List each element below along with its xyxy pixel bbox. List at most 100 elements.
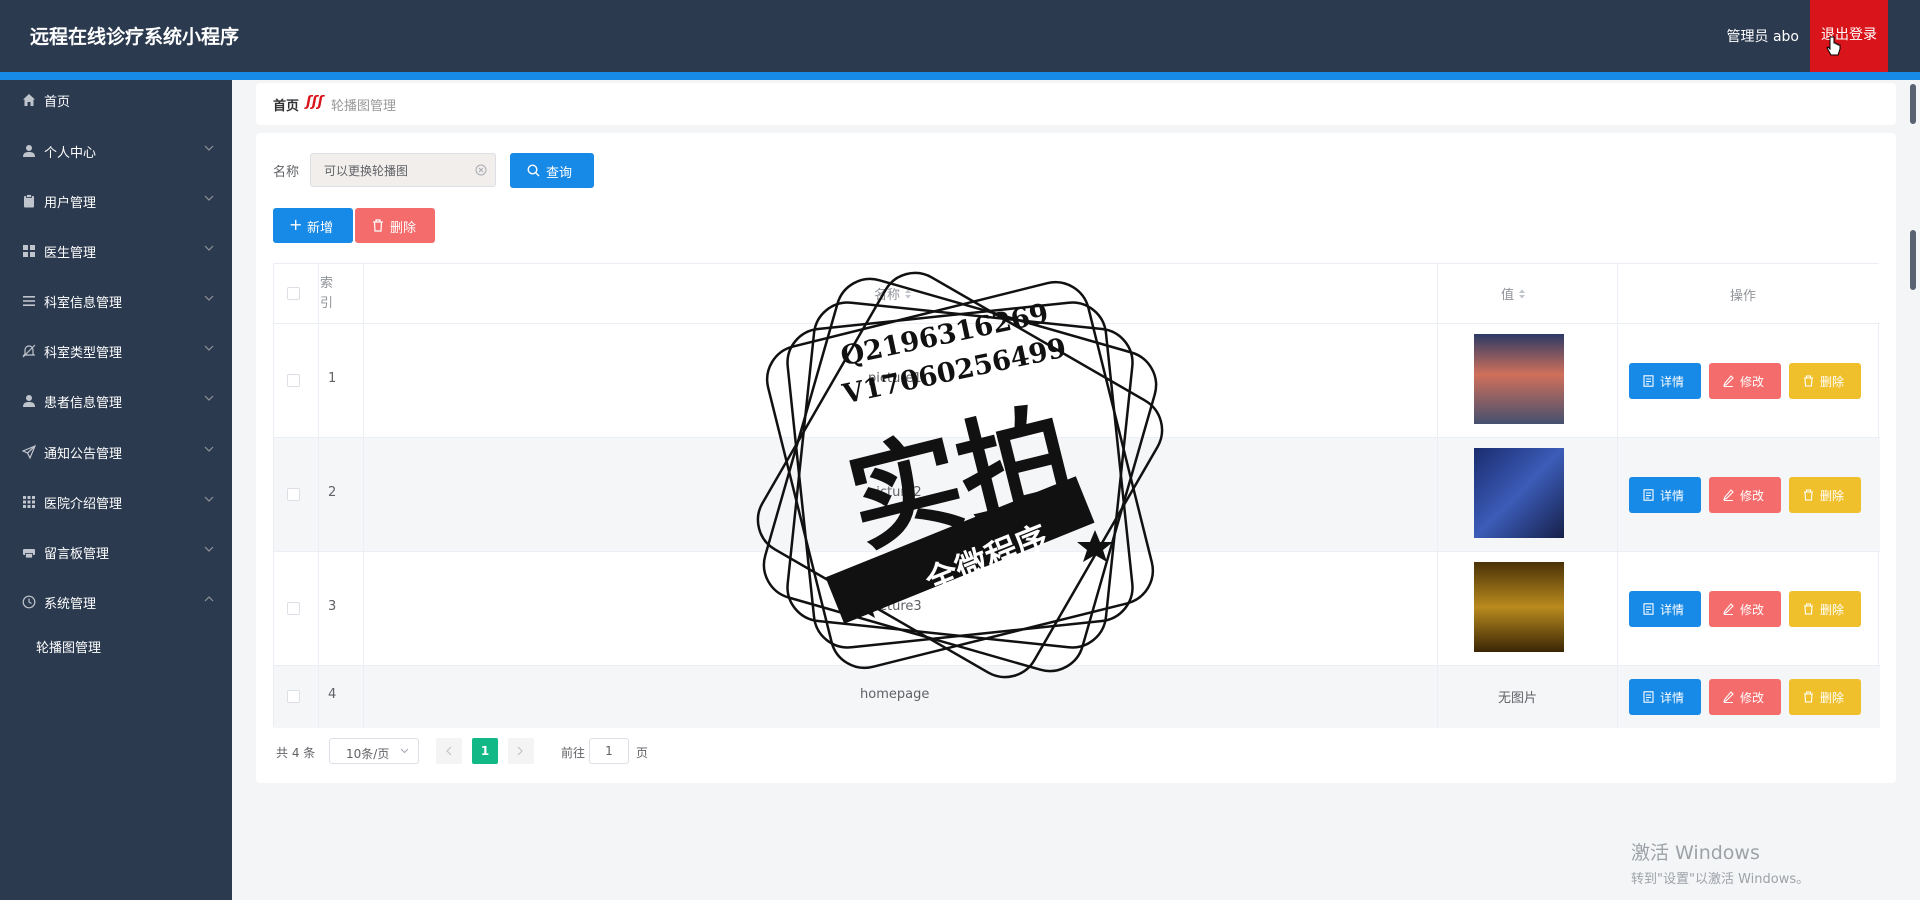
sidebar-item-label: 通知公告管理 <box>44 447 123 462</box>
row-value: 无图片 <box>1498 691 1538 706</box>
sidebar-item-message-board[interactable]: 留言板管理 <box>0 532 232 572</box>
column-header-value[interactable]: 值 <box>1501 284 1526 303</box>
delete-button-label: 删除 <box>1820 603 1845 617</box>
sidebar-item-user-management[interactable]: 用户管理 <box>0 181 232 221</box>
document-icon <box>1643 375 1654 387</box>
edit-button[interactable]: 修改 <box>1709 363 1781 399</box>
add-button[interactable]: + 新增 <box>273 208 353 243</box>
user-label: 管理员 abo <box>1726 29 1799 45</box>
prev-page-button[interactable] <box>436 738 462 764</box>
detail-button[interactable]: 详情 <box>1629 679 1701 715</box>
next-page-button[interactable] <box>508 738 534 764</box>
edit-button[interactable]: 修改 <box>1709 591 1781 627</box>
sidebar-item-notice-management[interactable]: 通知公告管理 <box>0 432 232 472</box>
sidebar-item-department-type[interactable]: 科室类型管理 <box>0 331 232 371</box>
user-icon <box>23 145 35 157</box>
clear-icon[interactable] <box>475 164 487 176</box>
sidebar-subitem-carousel-management[interactable]: 轮播图管理 <box>0 626 232 666</box>
detail-button[interactable]: 详情 <box>1629 591 1701 627</box>
windows-activation-hint: 转到"设置"以激活 Windows。 <box>1631 872 1810 887</box>
row-checkbox[interactable] <box>287 374 300 387</box>
add-button-label: 新增 <box>307 221 334 236</box>
delete-button[interactable]: 删除 <box>1789 363 1861 399</box>
scrollbar-thumb[interactable] <box>1910 230 1916 290</box>
row-index: 3 <box>328 599 337 614</box>
trash-icon <box>1804 603 1813 615</box>
carousel-thumbnail[interactable] <box>1474 334 1564 424</box>
trash-icon <box>1804 489 1813 501</box>
row-checkbox[interactable] <box>287 602 300 615</box>
carousel-thumbnail[interactable] <box>1474 448 1564 538</box>
search-icon <box>527 164 540 177</box>
home-icon <box>23 94 35 106</box>
query-button[interactable]: 查询 <box>510 153 594 188</box>
sidebar-item-hospital-intro[interactable]: 医院介绍管理 <box>0 482 232 522</box>
document-icon <box>1643 691 1654 703</box>
sidebar-item-label: 用户管理 <box>44 196 97 211</box>
goto-page-input[interactable] <box>589 738 629 764</box>
query-button-label: 查询 <box>546 166 573 181</box>
logout-button[interactable]: 退出登录 <box>1810 0 1888 72</box>
sidebar-subitem-label: 轮播图管理 <box>36 641 102 656</box>
breadcrumb: 首页 ʃʃʃ 轮播图管理 <box>256 83 1896 125</box>
breadcrumb-home[interactable]: 首页 <box>273 95 299 114</box>
mouse-cursor-icon <box>1826 36 1841 56</box>
page-size-select[interactable]: 10条/页 <box>329 738 419 764</box>
detail-button[interactable]: 详情 <box>1629 363 1701 399</box>
chevron-up-icon <box>204 596 214 602</box>
user-icon <box>23 395 35 407</box>
column-divider <box>363 264 364 728</box>
chevron-down-icon <box>400 748 409 754</box>
page-scrollbar[interactable] <box>1909 83 1917 900</box>
delete-button[interactable]: 删除 <box>1789 679 1861 715</box>
pagination: 共 4 条 10条/页 1 前往 页 <box>276 738 776 764</box>
sidebar-item-doctor-management[interactable]: 医生管理 <box>0 231 232 271</box>
chevron-down-icon <box>204 195 214 201</box>
search-input[interactable] <box>310 153 496 187</box>
chevron-left-icon <box>446 746 452 756</box>
sidebar-item-label: 医院介绍管理 <box>44 497 123 512</box>
delete-button[interactable]: 删除 <box>1789 591 1861 627</box>
row-checkbox[interactable] <box>287 488 300 501</box>
clock-icon <box>22 595 36 609</box>
trash-icon <box>1804 375 1813 387</box>
sidebar-item-patient-info[interactable]: 患者信息管理 <box>0 381 232 421</box>
chevron-down-icon <box>204 496 214 502</box>
windows-activation-title: 激活 Windows <box>1631 842 1760 864</box>
chevron-down-icon <box>204 395 214 401</box>
detail-button-label: 详情 <box>1660 603 1685 617</box>
page-number-button[interactable]: 1 <box>472 738 498 764</box>
sidebar-item-system-management[interactable]: 系统管理 <box>0 582 232 622</box>
chevron-down-icon <box>204 295 214 301</box>
trash-icon <box>1804 691 1813 703</box>
goto-label: 前往 <box>561 746 586 760</box>
carousel-thumbnail[interactable] <box>1474 562 1564 652</box>
row-checkbox[interactable] <box>287 690 300 703</box>
sidebar-item-department-info[interactable]: 科室信息管理 <box>0 281 232 321</box>
edit-button[interactable]: 修改 <box>1709 679 1781 715</box>
accent-bar <box>0 72 1920 80</box>
list-icon <box>23 296 35 306</box>
select-all-checkbox[interactable] <box>287 287 300 300</box>
bell-off-icon <box>22 344 36 358</box>
delete-button[interactable]: 删除 <box>1789 477 1861 513</box>
page-size-value: 10条/页 <box>346 747 390 761</box>
detail-button[interactable]: 详情 <box>1629 477 1701 513</box>
detail-button-label: 详情 <box>1660 489 1685 503</box>
chevron-down-icon <box>204 245 214 251</box>
pagination-total: 共 4 条 <box>276 746 316 760</box>
column-header-actions: 操作 <box>1730 289 1757 304</box>
sidebar: 首页 个人中心 用户管理 医生管理 科室信息管理 科室类型管理 患者信息管理 通… <box>0 80 232 900</box>
trash-icon <box>373 219 383 232</box>
scrollbar-thumb-top[interactable] <box>1910 84 1916 124</box>
sidebar-item-home[interactable]: 首页 <box>0 80 232 120</box>
sidebar-item-personal-center[interactable]: 个人中心 <box>0 131 232 171</box>
detail-button-label: 详情 <box>1660 375 1685 389</box>
edit-button[interactable]: 修改 <box>1709 477 1781 513</box>
row-index: 4 <box>328 687 337 702</box>
detail-button-label: 详情 <box>1660 691 1685 705</box>
batch-delete-button[interactable]: 删除 <box>355 208 435 243</box>
chevron-right-icon <box>517 746 523 756</box>
row-index: 2 <box>328 485 337 500</box>
printer-icon <box>23 549 35 559</box>
